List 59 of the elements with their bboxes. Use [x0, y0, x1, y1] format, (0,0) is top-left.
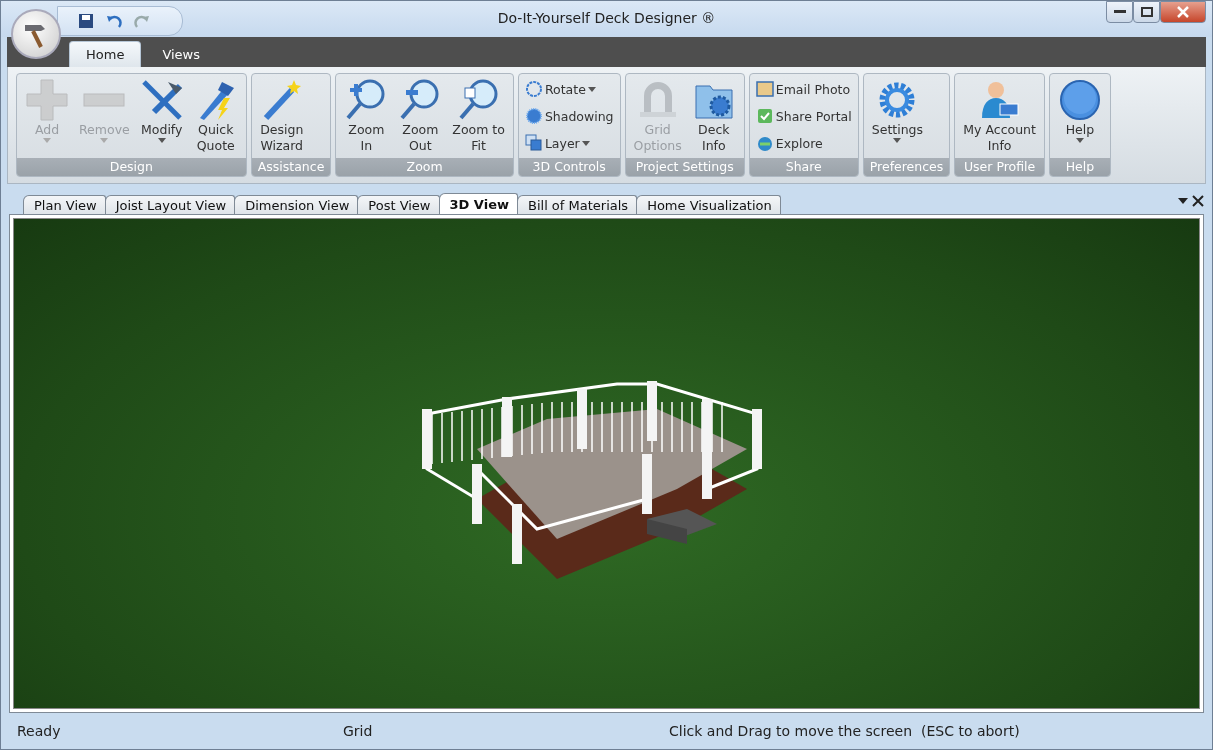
document-tab[interactable]: Plan View: [23, 195, 106, 214]
group-label: Help: [1049, 158, 1110, 176]
document-tab[interactable]: Post View: [357, 195, 440, 214]
ribbon-button[interactable]: My Account Info: [959, 76, 1040, 156]
caret-icon: [587, 86, 596, 92]
ribbon-button[interactable]: Help: [1053, 76, 1106, 156]
group-label: Zoom: [336, 158, 513, 176]
group-label: Assistance: [251, 158, 331, 176]
group-label: Preferences: [863, 158, 950, 176]
caret-icon: [100, 138, 109, 143]
caret-icon: [581, 140, 590, 146]
close-button[interactable]: [1160, 1, 1206, 23]
application-button[interactable]: [11, 9, 61, 59]
caret-icon: [157, 138, 166, 143]
ribbon-button[interactable]: Share Portal: [753, 103, 854, 129]
save-button[interactable]: [76, 11, 96, 31]
document-tab[interactable]: 3D View: [438, 193, 518, 214]
group-label: Project Settings: [625, 158, 744, 176]
document-tab[interactable]: Home Visualization: [636, 195, 781, 214]
ribbon-button[interactable]: Settings: [867, 76, 928, 156]
sun-icon: [524, 107, 543, 125]
ribbon-button[interactable]: Layer: [522, 130, 616, 156]
group-label: 3D Controls: [518, 158, 620, 176]
ribbon-button[interactable]: Design Wizard: [255, 76, 308, 156]
plus-icon: [25, 78, 69, 122]
document-tab[interactable]: Dimension View: [234, 195, 359, 214]
group-label: Share: [749, 158, 858, 176]
status-text: Grid: [342, 723, 374, 739]
rotate-icon: [524, 80, 543, 98]
ribbon-button[interactable]: Modify: [135, 76, 188, 156]
group-label: Design: [17, 158, 246, 176]
maximize-button[interactable]: [1133, 1, 1160, 23]
group-label: User Profile: [955, 158, 1044, 176]
close-icon: [1177, 6, 1189, 18]
ribbon-button[interactable]: Shadowing: [522, 103, 616, 129]
status-text: Click and Drag to move the screen (ESC to abort): [668, 723, 1020, 739]
ribbon-button[interactable]: Zoom to Fit: [448, 76, 509, 156]
ribbon-button[interactable]: Email Photo: [753, 76, 854, 102]
maximize-icon: [1140, 7, 1153, 17]
ribbon-button[interactable]: Quick Quote: [189, 76, 242, 156]
ribbon-tab[interactable]: Views: [145, 41, 217, 67]
layers-icon: [524, 134, 543, 152]
hammer-icon: [139, 78, 184, 122]
document-tab[interactable]: Bill of Materials: [517, 195, 638, 214]
minimize-icon: [1113, 10, 1126, 14]
ribbon-button[interactable]: Explore: [753, 130, 854, 156]
ribbon-tab[interactable]: Home: [69, 41, 142, 67]
ribbon-button[interactable]: Zoom In: [340, 76, 393, 156]
ribbon-button[interactable]: Deck Info: [687, 76, 740, 156]
caret-icon: [893, 138, 902, 143]
status-text: Ready: [16, 723, 62, 739]
caret-icon: [1075, 138, 1084, 143]
document-tab[interactable]: Joist Layout View: [104, 195, 236, 214]
window-title: Do-It-Yourself Deck Designer ®: [496, 10, 717, 26]
minimize-button[interactable]: [1106, 1, 1133, 23]
ribbon-button[interactable]: Rotate: [522, 76, 616, 102]
ribbon-button[interactable]: Zoom Out: [394, 76, 447, 156]
close-icon[interactable]: [1192, 194, 1204, 208]
caret-icon: [43, 138, 51, 143]
